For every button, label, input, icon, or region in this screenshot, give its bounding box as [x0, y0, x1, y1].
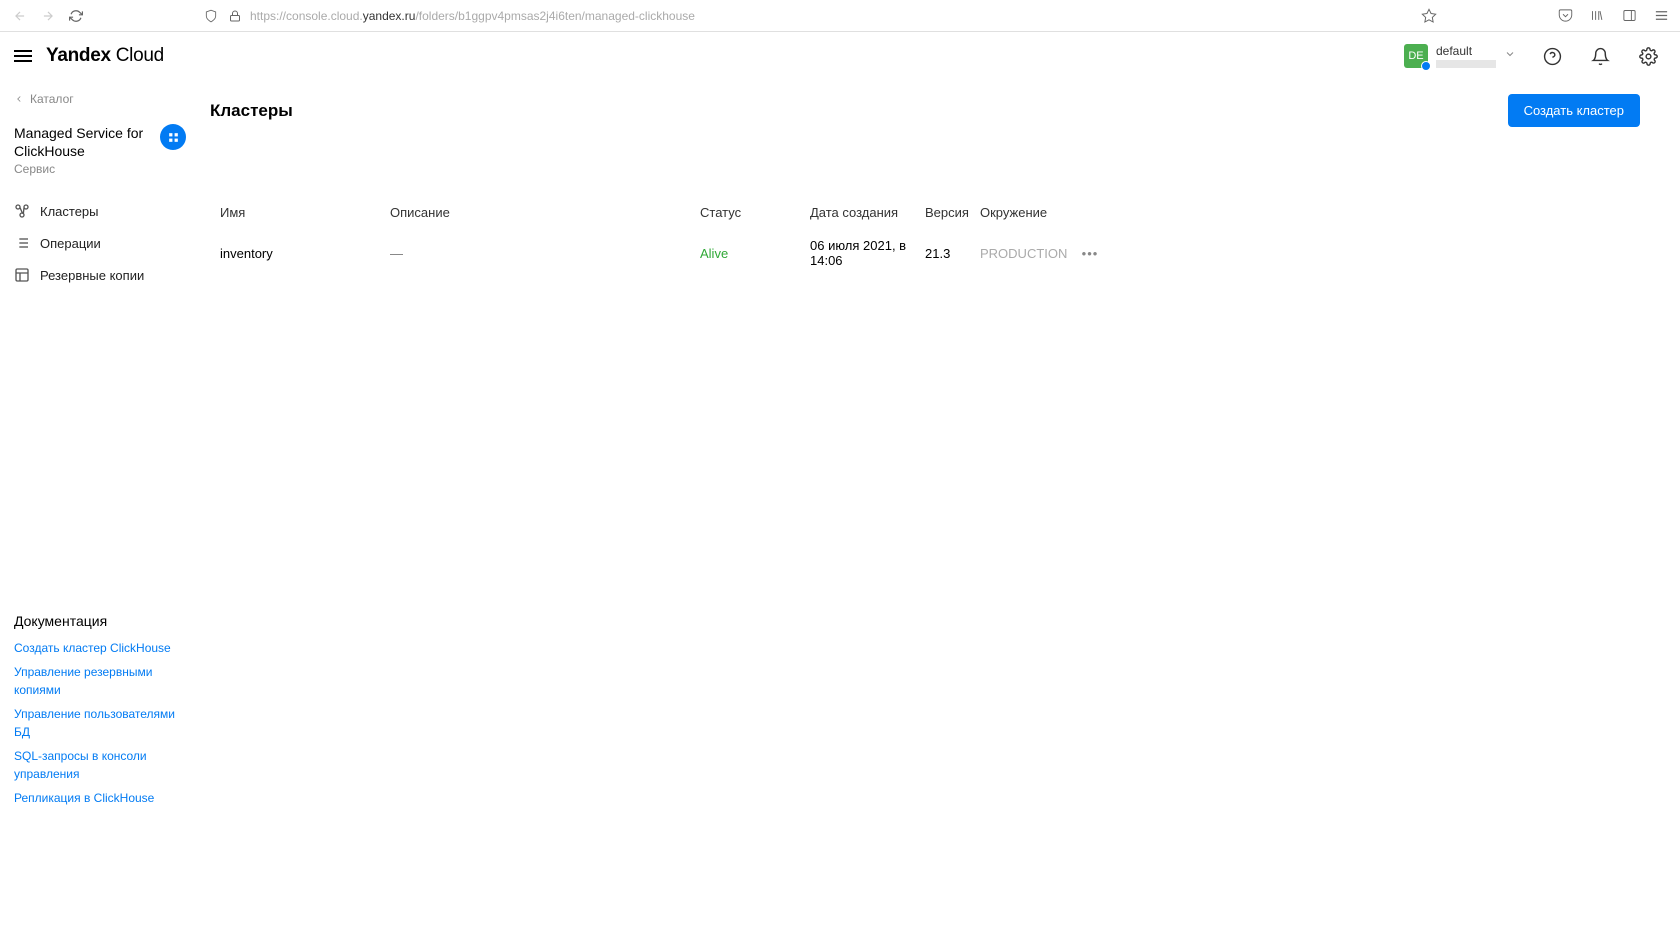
- col-header-name[interactable]: Имя: [220, 205, 390, 220]
- operations-icon: [14, 235, 30, 251]
- avatar: DE: [1404, 44, 1428, 68]
- sidebar-item-operations[interactable]: Операции: [14, 228, 186, 258]
- pocket-icon[interactable]: [1556, 7, 1574, 25]
- forward-button[interactable]: [38, 6, 58, 26]
- col-header-version[interactable]: Версия: [925, 205, 980, 220]
- hamburger-menu[interactable]: [14, 46, 34, 66]
- cell-desc: —: [390, 246, 700, 261]
- user-chip[interactable]: DE default: [1398, 40, 1522, 72]
- sidebar-item-label: Резервные копии: [40, 268, 144, 283]
- sidebar-icon[interactable]: [1620, 7, 1638, 25]
- create-cluster-button[interactable]: Создать кластер: [1508, 94, 1640, 127]
- url-text: https://console.cloud.yandex.ru/folders/…: [250, 9, 695, 23]
- lock-icon: [226, 7, 244, 25]
- back-button[interactable]: [10, 6, 30, 26]
- brand-logo[interactable]: Yandex Cloud: [46, 45, 164, 67]
- avatar-badge-icon: [1421, 61, 1431, 71]
- bookmark-icon[interactable]: [1420, 7, 1438, 25]
- library-icon[interactable]: [1588, 7, 1606, 25]
- col-header-status[interactable]: Статус: [700, 205, 810, 220]
- browser-chrome: https://console.cloud.yandex.ru/folders/…: [0, 0, 1680, 32]
- chevron-left-icon: [14, 94, 24, 104]
- breadcrumb[interactable]: Каталог: [14, 92, 186, 106]
- shield-icon: [202, 7, 220, 25]
- sidebar: Каталог Managed Service for ClickHouse С…: [0, 80, 200, 945]
- doc-link[interactable]: Репликация в ClickHouse: [14, 789, 186, 807]
- service-sub: Сервис: [14, 162, 186, 176]
- menu-icon[interactable]: [1652, 7, 1670, 25]
- doc-link[interactable]: Управление резервными копиями: [14, 663, 186, 699]
- service-icon: [160, 124, 186, 150]
- col-header-desc[interactable]: Описание: [390, 205, 700, 220]
- user-sub-placeholder: [1436, 60, 1496, 68]
- page-title: Кластеры: [210, 101, 293, 121]
- chrome-right-icons: [1556, 7, 1670, 25]
- table-row[interactable]: inventory — Alive 06 июля 2021, в 14:06 …: [210, 228, 1640, 278]
- cell-name: inventory: [220, 246, 390, 261]
- doc-link[interactable]: Управление пользователями БД: [14, 705, 186, 741]
- url-bar[interactable]: https://console.cloud.yandex.ru/folders/…: [194, 7, 1412, 25]
- bell-icon[interactable]: [1582, 38, 1618, 74]
- sidebar-item-backups[interactable]: Резервные копии: [14, 260, 186, 290]
- cell-date: 06 июля 2021, в 14:06: [810, 238, 925, 268]
- chevron-down-icon: [1504, 48, 1516, 63]
- gear-icon[interactable]: [1630, 38, 1666, 74]
- backups-icon: [14, 267, 30, 283]
- clusters-icon: [14, 203, 30, 219]
- col-header-date[interactable]: Дата создания: [810, 205, 925, 220]
- user-name: default: [1436, 44, 1496, 58]
- clusters-table: Имя Описание Статус Дата создания Версия…: [210, 197, 1640, 278]
- doc-title: Документация: [14, 613, 186, 629]
- table-header: Имя Описание Статус Дата создания Версия…: [210, 197, 1640, 228]
- sidebar-item-label: Операции: [40, 236, 101, 251]
- service-name: Managed Service for ClickHouse: [14, 124, 154, 160]
- sidebar-item-clusters[interactable]: Кластеры: [14, 196, 186, 226]
- app-header: Yandex Cloud DE default: [0, 32, 1680, 80]
- col-header-env[interactable]: Окружение: [980, 205, 1070, 220]
- reload-button[interactable]: [66, 6, 86, 26]
- cell-status: Alive: [700, 246, 810, 261]
- sidebar-item-label: Кластеры: [40, 204, 99, 219]
- help-icon[interactable]: [1534, 38, 1570, 74]
- main-content: Кластеры Создать кластер Имя Описание Ст…: [200, 80, 1680, 945]
- cell-env: PRODUCTION: [980, 246, 1070, 261]
- doc-link[interactable]: Создать кластер ClickHouse: [14, 639, 186, 657]
- row-actions-button[interactable]: •••: [1070, 246, 1110, 261]
- doc-link[interactable]: SQL-запросы в консоли управления: [14, 747, 186, 783]
- cell-version: 21.3: [925, 246, 980, 261]
